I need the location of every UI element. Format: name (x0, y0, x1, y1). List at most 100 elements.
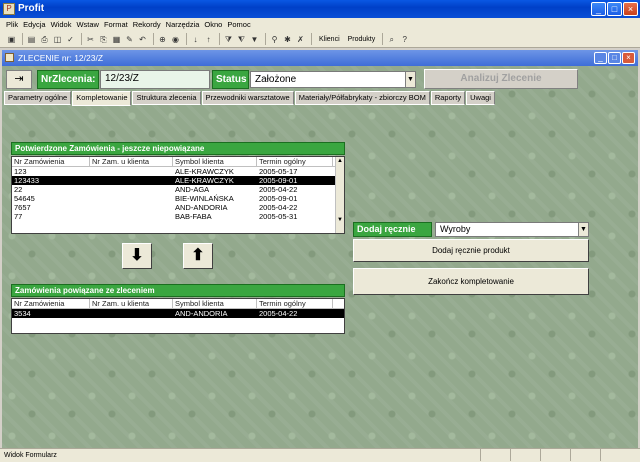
klienci-button[interactable]: Klienci (319, 36, 340, 43)
finish-completion-button[interactable]: Zakończ kompletowanie (353, 268, 589, 295)
linked-orders-list[interactable]: Nr Zamówienia Nr Zam. u klienta Symbol k… (11, 298, 345, 334)
confirmed-orders-list[interactable]: Nr Zamówienia Nr Zam. u klienta Symbol k… (11, 156, 345, 234)
list-scrollbar[interactable]: ▲ ▼ (335, 157, 344, 233)
status-text: Widok Formularz (4, 452, 57, 459)
status-divider (570, 449, 571, 461)
tab-raporty[interactable]: Raporty (430, 91, 466, 105)
toolbar-separator (265, 33, 266, 45)
move-up-button[interactable]: ⬆ (183, 243, 213, 269)
add-product-manually-button[interactable]: Dodaj ręcznie produkt (353, 239, 589, 262)
form-title-bar: ZLECENIE nr: 12/23/Z (2, 50, 638, 66)
list-row[interactable]: 77 BAB-FABA 2005-05-31 (12, 212, 335, 221)
help-icon[interactable]: ? (399, 34, 410, 45)
toolbar-separator (186, 33, 187, 45)
sort-ascending-icon[interactable]: ↓ (190, 34, 201, 45)
hyperlink-icon[interactable]: ⊕ (157, 34, 168, 45)
toolbar-separator (219, 33, 220, 45)
list-row[interactable]: 22 AND-AGA 2005-04-22 (12, 185, 335, 194)
list-row[interactable]: 123 ALE-KRAWCZYK 2005-05-17 (12, 167, 335, 176)
binoculars-icon[interactable]: ⌕ (386, 34, 397, 45)
tab-uwagi[interactable]: Uwagi (466, 91, 495, 105)
app-icon: P (3, 3, 15, 15)
menu-plik[interactable]: Plik (6, 20, 18, 29)
apply-filter-icon[interactable]: ▼ (249, 34, 260, 45)
scroll-down-icon[interactable]: ▼ (336, 216, 344, 225)
list-header: Nr Zamówienia Nr Zam. u klienta Symbol k… (12, 157, 335, 167)
product-type-select[interactable]: Wyroby (435, 222, 589, 237)
tab-kompletowanie[interactable]: Kompletowanie (72, 91, 132, 106)
column-header: Symbol klienta (173, 299, 257, 308)
minimize-button[interactable]: _ (591, 2, 606, 16)
menu-format[interactable]: Format (104, 20, 128, 29)
nr-zlecenia-field[interactable]: 12/23/Z (100, 70, 210, 89)
toolbar-separator (81, 33, 82, 45)
format-painter-icon[interactable]: ✎ (124, 34, 135, 45)
form-icon (5, 53, 14, 62)
chevron-down-icon[interactable]: ▼ (405, 72, 415, 87)
produkty-button[interactable]: Produkty (348, 36, 376, 43)
print-icon[interactable]: ⎙ (39, 34, 50, 45)
cell: AND-AGA (175, 185, 210, 194)
find-icon[interactable]: ⚲ (269, 34, 280, 45)
undo-icon[interactable]: ↶ (137, 34, 148, 45)
toolbar: ▣ ▤ ⎙ ◫ ✓ ✂ ⎘ ▦ ✎ ↶ ⊕ ◉ ↓ ↑ ⧩ ⧨ ▼ ⚲ ✱ ✗ … (0, 31, 640, 48)
paste-icon[interactable]: ▦ (111, 34, 122, 45)
nr-zlecenia-label: NrZlecenia: (37, 70, 99, 89)
tab-przewodniki[interactable]: Przewodniki warsztatowe (201, 91, 294, 105)
cell: 54645 (14, 194, 35, 203)
menu-edycja[interactable]: Edycja (23, 20, 46, 29)
toolbar-separator (382, 33, 384, 45)
list-row[interactable]: 54645 BIE-WINLAŃSKA 2005-09-01 (12, 194, 335, 203)
menu-pomoc[interactable]: Pomoc (227, 20, 250, 29)
menu-rekordy[interactable]: Rekordy (133, 20, 161, 29)
chevron-down-icon[interactable]: ▼ (578, 223, 588, 236)
confirmed-orders-title: Potwierdzone Zamówienia - jeszcze niepow… (11, 142, 345, 155)
status-label: Status (212, 70, 249, 89)
save-icon[interactable]: ▤ (26, 34, 37, 45)
scroll-up-icon[interactable]: ▲ (336, 157, 344, 166)
menu-okno[interactable]: Okno (204, 20, 222, 29)
form-minimize-button[interactable]: _ (594, 52, 607, 64)
list-row-selected[interactable]: 3534 AND-ANDORIA 2005-04-22 (12, 309, 344, 318)
menu-wstaw[interactable]: Wstaw (76, 20, 99, 29)
menu-narzedzia[interactable]: Narzędzia (166, 20, 200, 29)
spell-icon[interactable]: ✓ (65, 34, 76, 45)
preview-icon[interactable]: ◫ (52, 34, 63, 45)
cell: 2005-09-01 (259, 176, 298, 185)
list-row-selected[interactable]: 123433 ALE-KRAWCZYK 2005-09-01 (12, 176, 335, 185)
close-button[interactable]: × (623, 2, 638, 16)
cell (90, 212, 173, 221)
cell: AND-ANDORIA (175, 309, 228, 318)
cell (90, 194, 173, 203)
move-down-button[interactable]: ⬇ (122, 243, 152, 269)
form-close-button[interactable]: × (622, 52, 635, 64)
status-select[interactable]: Założone (250, 71, 416, 88)
delete-record-icon[interactable]: ✗ (295, 34, 306, 45)
cell: 77 (14, 212, 23, 221)
filter-form-icon[interactable]: ⧨ (236, 34, 247, 45)
cell: 123 (14, 167, 27, 176)
sort-descending-icon[interactable]: ↑ (203, 34, 214, 45)
copy-icon[interactable]: ⎘ (98, 34, 109, 45)
form-restore-button[interactable]: □ (608, 52, 621, 64)
cut-icon[interactable]: ✂ (85, 34, 96, 45)
cell: 2005-05-17 (259, 167, 298, 176)
cell: 22 (14, 185, 23, 194)
new-record-icon[interactable]: ✱ (282, 34, 293, 45)
filter-selection-icon[interactable]: ⧩ (223, 34, 234, 45)
analyze-order-button[interactable]: Analizuj Zlecenie (424, 69, 578, 89)
list-row[interactable]: 7657 AND-ANDORIA 2005-04-22 (12, 203, 335, 212)
tab-parametry[interactable]: Parametry ogólne (4, 91, 72, 105)
arrow-down-icon: ⬇ (130, 247, 144, 264)
menu-widok[interactable]: Widok (51, 20, 72, 29)
cell: 2005-04-22 (259, 203, 298, 212)
cell: AND-ANDORIA (175, 203, 228, 212)
view-icon[interactable]: ▣ (6, 34, 17, 45)
tab-materialy[interactable]: Materiały/Półfabrykaty - zbiorczy BOM (294, 91, 430, 105)
web-icon[interactable]: ◉ (170, 34, 181, 45)
maximize-button[interactable]: □ (607, 2, 622, 16)
exit-door-icon[interactable]: ⇥ (6, 70, 32, 89)
tab-struktura[interactable]: Struktura zlecenia (132, 91, 201, 105)
column-header: Termin ogólny (257, 157, 333, 166)
status-divider (480, 449, 481, 461)
